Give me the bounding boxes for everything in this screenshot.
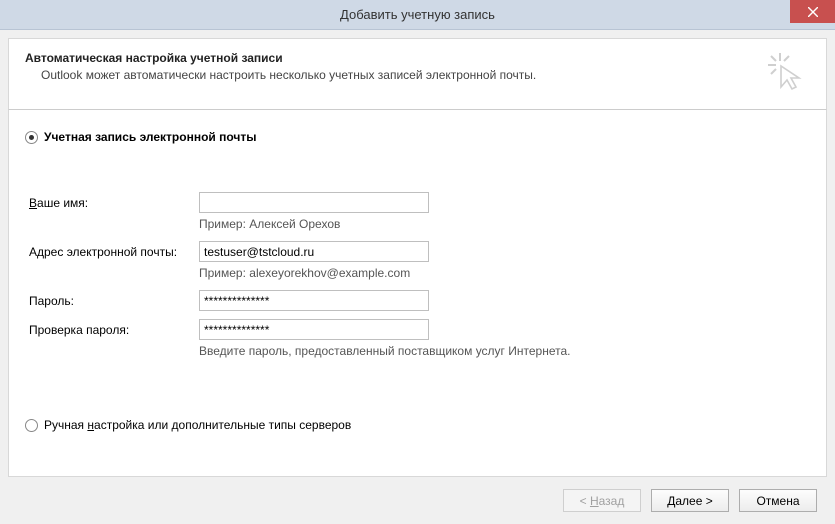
header-subtitle: Outlook может автоматически настроить не…: [25, 68, 766, 82]
next-button[interactable]: Далее >: [651, 489, 729, 512]
button-bar: < Назад Далее > Отмена: [0, 477, 835, 524]
cancel-button[interactable]: Отмена: [739, 489, 817, 512]
content-area: Автоматическая настройка учетной записи …: [0, 30, 835, 505]
row-name: Ваше имя:: [29, 192, 810, 213]
close-icon: [808, 7, 818, 17]
window-title: Добавить учетную запись: [0, 7, 835, 22]
label-email: Адрес электронной почты:: [29, 245, 199, 259]
row-confirm: Проверка пароля:: [29, 319, 810, 340]
radio-icon: [25, 419, 38, 432]
radio-manual-label: Ручная настройка или дополнительные типы…: [44, 418, 351, 432]
confirm-input[interactable]: [199, 319, 429, 340]
close-button[interactable]: [790, 0, 835, 23]
row-email: Адрес электронной почты:: [29, 241, 810, 262]
row-password: Пароль:: [29, 290, 810, 311]
radio-email-label: Учетная запись электронной почты: [44, 130, 257, 144]
email-input[interactable]: [199, 241, 429, 262]
hint-name: Пример: Алексей Орехов: [199, 217, 810, 231]
hint-email: Пример: alexeyorekhov@example.com: [199, 266, 810, 280]
radio-icon: [25, 131, 38, 144]
titlebar: Добавить учетную запись: [0, 0, 835, 30]
label-confirm: Проверка пароля:: [29, 323, 199, 337]
back-button: < Назад: [563, 489, 641, 512]
main-panel: Учетная запись электронной почты Ваше им…: [8, 110, 827, 477]
label-password: Пароль:: [29, 294, 199, 308]
cursor-click-icon: [766, 51, 806, 91]
radio-email-account[interactable]: Учетная запись электронной почты: [25, 130, 810, 144]
header-title: Автоматическая настройка учетной записи: [25, 51, 766, 65]
name-input[interactable]: [199, 192, 429, 213]
hint-password: Введите пароль, предоставленный поставщи…: [199, 344, 810, 358]
radio-manual[interactable]: Ручная настройка или дополнительные типы…: [25, 418, 810, 432]
label-name: Ваше имя:: [29, 196, 199, 210]
header-text: Автоматическая настройка учетной записи …: [25, 51, 766, 91]
form-grid: Ваше имя: Пример: Алексей Орехов Адрес э…: [29, 192, 810, 358]
password-input[interactable]: [199, 290, 429, 311]
wizard-header: Автоматическая настройка учетной записи …: [8, 38, 827, 110]
